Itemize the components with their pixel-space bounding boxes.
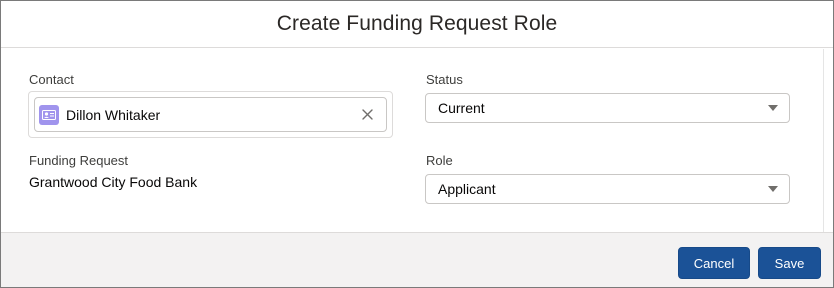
modal-footer: Cancel Save [1, 232, 833, 287]
contact-lookup[interactable]: Dillon Whitaker [28, 91, 393, 138]
funding-request-value: Grantwood City Food Bank [29, 174, 198, 190]
modal-body-scrollbar[interactable] [823, 49, 833, 232]
modal-dialog: Create Funding Request Role Contact Dill… [0, 0, 834, 288]
status-label: Status [426, 72, 463, 87]
chevron-down-icon [768, 186, 778, 192]
close-icon[interactable] [360, 107, 374, 121]
modal-title: Create Funding Request Role [276, 12, 558, 35]
contact-label: Contact [29, 72, 74, 87]
modal-body: Contact [1, 49, 823, 232]
funding-request-label: Funding Request [29, 153, 129, 168]
contact-pill[interactable]: Dillon Whitaker [34, 97, 387, 132]
save-button[interactable]: Save [758, 247, 821, 279]
cancel-button[interactable]: Cancel [678, 247, 750, 279]
role-label: Role [426, 153, 453, 168]
role-select-value: Applicant [438, 181, 496, 197]
contact-card-icon [39, 104, 59, 125]
status-select-value: Current [438, 100, 485, 116]
contact-pill-label: Dillon Whitaker [66, 106, 161, 123]
role-select[interactable]: Applicant [425, 174, 790, 204]
status-select[interactable]: Current [425, 93, 790, 123]
modal-header: Create Funding Request Role [1, 1, 833, 48]
chevron-down-icon [768, 105, 778, 111]
